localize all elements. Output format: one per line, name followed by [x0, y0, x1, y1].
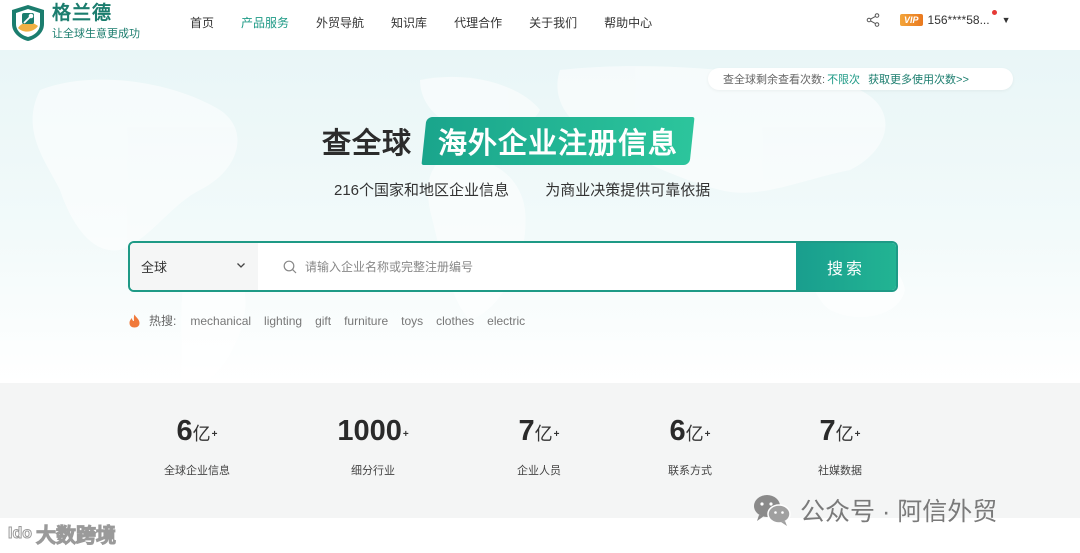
hero-subtitle-2: 为商业决策提供可靠依据	[545, 182, 711, 199]
region-select[interactable]: 全球	[130, 243, 258, 290]
stat-number: 7	[518, 415, 535, 447]
stat-plus: +	[553, 429, 560, 440]
notification-dot	[992, 10, 997, 15]
stat-global-companies: 6亿+ 全球企业信息	[137, 413, 257, 478]
hot-keyword[interactable]: furniture	[344, 314, 388, 328]
watermark-left: Ido 大数跨境	[8, 519, 117, 548]
share-icon[interactable]	[866, 13, 880, 27]
hot-keyword[interactable]: electric	[487, 314, 525, 328]
stat-number: 6	[176, 415, 193, 447]
caret-down-icon[interactable]: ▼	[1002, 15, 1011, 25]
stat-unit: 亿	[835, 424, 854, 444]
search-icon	[283, 260, 297, 273]
hot-search: 热搜: mechanical lighting gift furniture t…	[128, 312, 538, 329]
top-header: 格兰德 让全球生意更成功 首页 产品服务 外贸导航 知识库 代理合作 关于我们 …	[0, 0, 1080, 50]
hero-section: 查全球剩余查看次数: 不限次 获取更多使用次数>> 查全球 海外企业注册信息 2…	[0, 50, 1080, 383]
watermark-right-text: 公众号 · 阿信外贸	[800, 498, 998, 526]
company-search-input[interactable]	[305, 259, 785, 274]
quota-value: 不限次	[827, 74, 861, 86]
stat-unit: 亿	[534, 424, 553, 444]
main-nav: 首页 产品服务 外贸导航 知识库 代理合作 关于我们 帮助中心	[190, 0, 679, 44]
brand-logo[interactable]: 格兰德 让全球生意更成功	[10, 4, 140, 42]
world-map-background	[32, 66, 905, 383]
nav-item-products[interactable]: 产品服务	[241, 14, 289, 31]
hero-title: 查全球 海外企业注册信息	[322, 117, 695, 165]
wechat-icon	[754, 495, 791, 526]
stat-number: 7	[819, 415, 836, 447]
nav-item-agency[interactable]: 代理合作	[454, 14, 502, 31]
stat-label: 全球企业信息	[164, 465, 230, 477]
stat-plus: +	[704, 429, 711, 440]
nav-item-home[interactable]: 首页	[190, 14, 214, 31]
watermark-left-logo: Ido	[8, 524, 33, 542]
shield-logo-icon	[12, 5, 44, 41]
user-menu[interactable]: VIP 156****58... ▼	[900, 10, 1011, 27]
stat-number: 6	[669, 415, 686, 447]
stat-plus: +	[211, 429, 218, 440]
stat-industries: 1000+ 细分行业	[313, 413, 433, 478]
stat-contacts: 6亿+ 联系方式	[630, 413, 750, 478]
search-field-wrap	[258, 243, 796, 290]
brand-slogan: 让全球生意更成功	[52, 28, 140, 40]
stat-personnel: 7亿+ 企业人员	[479, 413, 599, 478]
hero-title-plain: 查全球	[322, 128, 413, 160]
stat-plus: +	[402, 429, 409, 440]
hot-keyword[interactable]: mechanical	[190, 314, 251, 328]
hero-subtitle: 216个国家和地区企业信息 为商业决策提供可靠依据	[334, 179, 728, 200]
fire-icon	[129, 314, 140, 327]
stat-unit: 亿	[685, 424, 704, 444]
hot-keyword[interactable]: lighting	[264, 314, 302, 328]
user-phone: 156****58...	[927, 13, 990, 27]
stat-label: 社媒数据	[818, 465, 862, 477]
stat-unit: 亿	[192, 424, 211, 444]
stat-label: 企业人员	[517, 465, 561, 477]
vip-badge: VIP	[900, 14, 923, 26]
hot-keyword[interactable]: toys	[401, 314, 423, 328]
watermark-left-text: 大数跨境	[36, 525, 117, 548]
region-select-value: 全球	[141, 260, 168, 275]
stat-number: 1000	[337, 415, 402, 447]
stat-label: 联系方式	[668, 465, 712, 477]
search-button[interactable]: 搜索	[796, 243, 896, 290]
nav-item-about[interactable]: 关于我们	[529, 14, 577, 31]
stat-social-media: 7亿+ 社媒数据	[780, 413, 900, 478]
stat-plus: +	[854, 429, 861, 440]
quota-label: 查全球剩余查看次数:	[723, 74, 826, 86]
hot-keyword[interactable]: gift	[315, 314, 331, 328]
watermark-right: 公众号 · 阿信外贸	[752, 492, 997, 528]
hero-subtitle-1: 216个国家和地区企业信息	[334, 182, 510, 199]
hot-keyword[interactable]: clothes	[436, 314, 474, 328]
quota-bar: 查全球剩余查看次数: 不限次 获取更多使用次数>>	[708, 68, 1013, 90]
hot-search-label: 热搜:	[149, 314, 177, 328]
hero-title-highlight: 海外企业注册信息	[421, 117, 695, 165]
nav-item-knowledge-base[interactable]: 知识库	[391, 14, 427, 31]
nav-item-trade-navigation[interactable]: 外贸导航	[316, 14, 364, 31]
nav-item-help[interactable]: 帮助中心	[604, 14, 652, 31]
get-more-quota-link[interactable]: 获取更多使用次数>>	[868, 71, 969, 87]
search-bar: 全球 搜索	[128, 241, 898, 292]
brand-name: 格兰德	[52, 3, 113, 24]
chevron-down-icon	[237, 263, 245, 268]
stat-label: 细分行业	[351, 465, 395, 477]
hero-title-highlight-text: 海外企业注册信息	[438, 128, 679, 160]
